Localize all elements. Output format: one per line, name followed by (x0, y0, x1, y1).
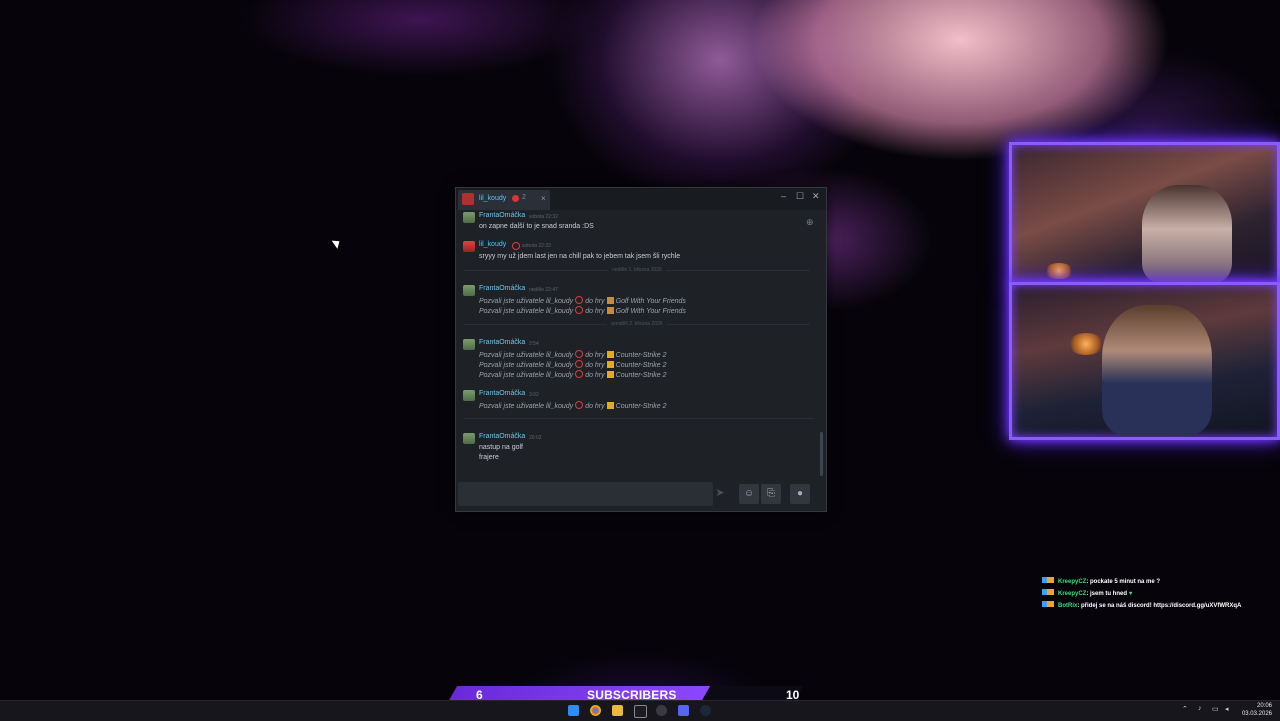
status-icon (575, 370, 584, 378)
avatar (463, 390, 475, 401)
message-text: sryyy my už jdem last jen na chill pak t… (479, 253, 681, 260)
discord-icon[interactable] (678, 705, 689, 716)
game-link[interactable]: Counter-Strike 2 (616, 352, 667, 359)
message-author[interactable]: FrantaOmáčka (479, 339, 525, 346)
streamer (1142, 185, 1232, 283)
day-separator: pondělí 2. března 2026 (456, 321, 818, 327)
chrome-icon[interactable] (590, 705, 601, 716)
status-icon (575, 350, 584, 358)
badge-icon (1042, 589, 1054, 595)
close-button[interactable]: ✕ (812, 191, 820, 202)
maximize-button[interactable]: ☐ (796, 191, 804, 202)
scrollbar[interactable] (820, 432, 823, 476)
message-author[interactable]: FrantaOmáčka (479, 285, 525, 292)
chat-line: KreepyCZ: jsem tu hned ♥ (1042, 589, 1272, 601)
status-icon (575, 360, 584, 368)
game-link[interactable]: Counter-Strike 2 (616, 362, 667, 369)
send-icon[interactable]: ➤ (711, 486, 729, 502)
message-time: 2:54 (529, 341, 539, 347)
game-link[interactable]: Counter-Strike 2 (616, 403, 667, 410)
avatar (463, 339, 475, 350)
message-time: 20:02 (529, 435, 542, 441)
minimize-button[interactable]: – (781, 191, 786, 201)
tab-name: lil_koudy (479, 195, 507, 202)
avatar (463, 212, 475, 223)
file-explorer-icon[interactable] (612, 705, 623, 716)
avatar (463, 433, 475, 444)
status-icon (575, 401, 584, 409)
message-time: sobota 22:32 (529, 214, 558, 220)
badge-icon (1042, 601, 1054, 607)
app-icon[interactable] (634, 705, 647, 718)
message-text: frajere (479, 454, 499, 461)
webcam-bottom (1009, 282, 1280, 440)
close-tab-icon[interactable]: × (541, 194, 546, 203)
invite-line: Pozvali jste uživatele lil_koudy do hry Co… (479, 350, 667, 359)
status-icon (575, 306, 584, 314)
tray-chevron-icon[interactable]: ⌃ (1182, 705, 1188, 713)
message-list[interactable]: FrantaOmáčka sobota 22:32 on zapne další… (456, 210, 818, 480)
message-text: nastup na golf (479, 444, 523, 451)
message-time: neděle 22:47 (529, 287, 558, 293)
windows-start-icon[interactable] (568, 705, 579, 716)
stream-chat-overlay: KreepyCZ: pockate 5 minut na me ? Kreepy… (1042, 577, 1272, 613)
message-author[interactable]: FrantaOmáčka (479, 212, 525, 219)
steam-chat-window[interactable]: lil_koudy 2 × – ☐ ✕ ⊕ FrantaOmáčka sobot… (455, 187, 827, 512)
voice-chat-button[interactable]: ● (790, 484, 810, 504)
invite-line: Pozvali jste uživatele lil_koudy do hry Co… (479, 401, 667, 410)
status-icon (512, 242, 520, 250)
avatar (463, 285, 475, 296)
cs2-game-icon (606, 402, 614, 409)
game-link[interactable]: Golf With Your Friends (616, 308, 686, 315)
volume-icon[interactable]: ◂ (1225, 705, 1229, 713)
clock[interactable]: 20:06 03.03.2026 (1240, 702, 1272, 718)
tab-count: 2 (522, 194, 526, 201)
message-author[interactable]: FrantaOmáčka (479, 433, 525, 440)
divider (464, 418, 814, 419)
chat-titlebar[interactable]: lil_koudy 2 × – ☐ ✕ (456, 188, 826, 210)
lamp (1068, 333, 1104, 355)
avatar (463, 241, 475, 252)
badge-icon (1042, 577, 1054, 583)
game-link[interactable]: Golf With Your Friends (616, 298, 686, 305)
heart-icon: ♥ (1128, 591, 1133, 597)
streamer (1102, 305, 1212, 435)
message-time: sobota 22:33 (522, 243, 551, 249)
chat-line: BotRix: přidej se na náš discord! https:… (1042, 601, 1272, 613)
golf-game-icon (606, 307, 614, 314)
invite-line: Pozvali jste uživatele lil_koudy do hry Go… (479, 306, 686, 315)
chat-line: KreepyCZ: pockate 5 minut na me ? (1042, 577, 1272, 589)
cs2-game-icon (606, 371, 614, 378)
golf-game-icon (606, 297, 614, 304)
avatar (462, 193, 474, 205)
attach-button[interactable]: ⎘ (761, 484, 781, 504)
webcam-top (1009, 142, 1280, 286)
message-author[interactable]: lil_koudy (479, 241, 506, 248)
message-input[interactable] (458, 482, 713, 506)
obs-icon[interactable] (656, 705, 667, 716)
message-time: 3:02 (529, 392, 539, 398)
cs2-game-icon (606, 361, 614, 368)
webcam-overlay (1007, 140, 1280, 440)
chat-tab-lil-koudy[interactable]: lil_koudy 2 × (458, 190, 550, 210)
message-author[interactable]: FrantaOmáčka (479, 390, 525, 397)
invite-line: Pozvali jste uživatele lil_koudy do hry Co… (479, 360, 667, 369)
mic-icon[interactable]: ♪ (1198, 705, 1202, 712)
day-separator: neděle 1. března 2026 (456, 267, 818, 273)
game-link[interactable]: Counter-Strike 2 (616, 372, 667, 379)
invite-line: Pozvali jste uživatele lil_koudy do hry Go… (479, 296, 686, 305)
taskbar[interactable]: ⌃ ♪ ▭ ◂ 20:06 03.03.2026 (0, 700, 1280, 721)
cs2-game-icon (606, 351, 614, 358)
status-icon (575, 296, 584, 304)
message-text: on zapne další to je snad sranda :DS (479, 223, 594, 230)
status-dot-icon (512, 195, 519, 202)
steam-icon[interactable] (700, 705, 711, 716)
invite-line: Pozvali jste uživatele lil_koudy do hry Co… (479, 370, 667, 379)
network-icon[interactable]: ▭ (1212, 705, 1219, 713)
lamp (1044, 263, 1074, 279)
emoticon-button[interactable]: ☺ (739, 484, 759, 504)
